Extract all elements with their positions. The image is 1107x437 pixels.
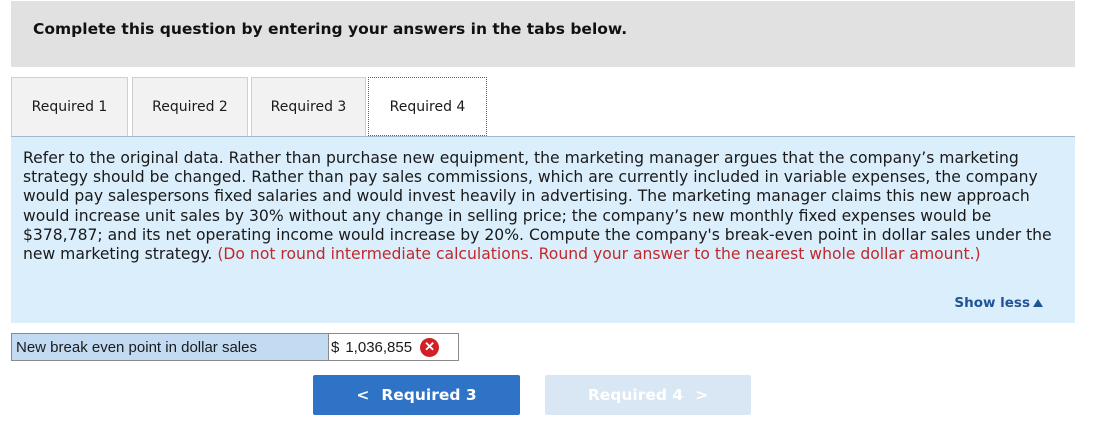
instruction-header: Complete this question by entering your … [11, 1, 1075, 67]
question-panel: Refer to the original data. Rather than … [11, 137, 1075, 323]
chevron-right-icon: > [695, 386, 709, 404]
next-button-label: Required 4 [587, 386, 684, 404]
chevron-left-icon: < [356, 386, 370, 404]
answer-input[interactable]: $ 1,036,855 ✕ [329, 333, 459, 361]
show-less-link[interactable]: Show less [954, 295, 1043, 311]
triangle-up-icon [1033, 299, 1043, 307]
answer-row: New break even point in dollar sales $ 1… [11, 333, 459, 361]
answer-label: New break even point in dollar sales [11, 333, 329, 361]
tab-bar: Required 1 Required 2 Required 3 Require… [11, 77, 1075, 136]
rounding-note: (Do not round intermediate calculations.… [217, 245, 981, 264]
currency-symbol: $ [331, 338, 340, 356]
tab-required-3[interactable]: Required 3 [251, 77, 366, 136]
answer-value: 1,036,855 [345, 338, 413, 356]
prev-required-3-button[interactable]: < Required 3 [313, 375, 520, 415]
show-less-label: Show less [954, 295, 1030, 311]
next-required-4-button: Required 4 > [545, 375, 751, 415]
instruction-title: Complete this question by entering your … [33, 20, 628, 38]
question-text-block: Refer to the original data. Rather than … [23, 149, 1068, 264]
prev-button-label: Required 3 [381, 386, 477, 404]
tab-required-1[interactable]: Required 1 [11, 77, 128, 136]
incorrect-x-icon: ✕ [420, 337, 440, 357]
tab-required-2[interactable]: Required 2 [132, 77, 248, 136]
tab-required-4[interactable]: Required 4 [368, 77, 487, 136]
